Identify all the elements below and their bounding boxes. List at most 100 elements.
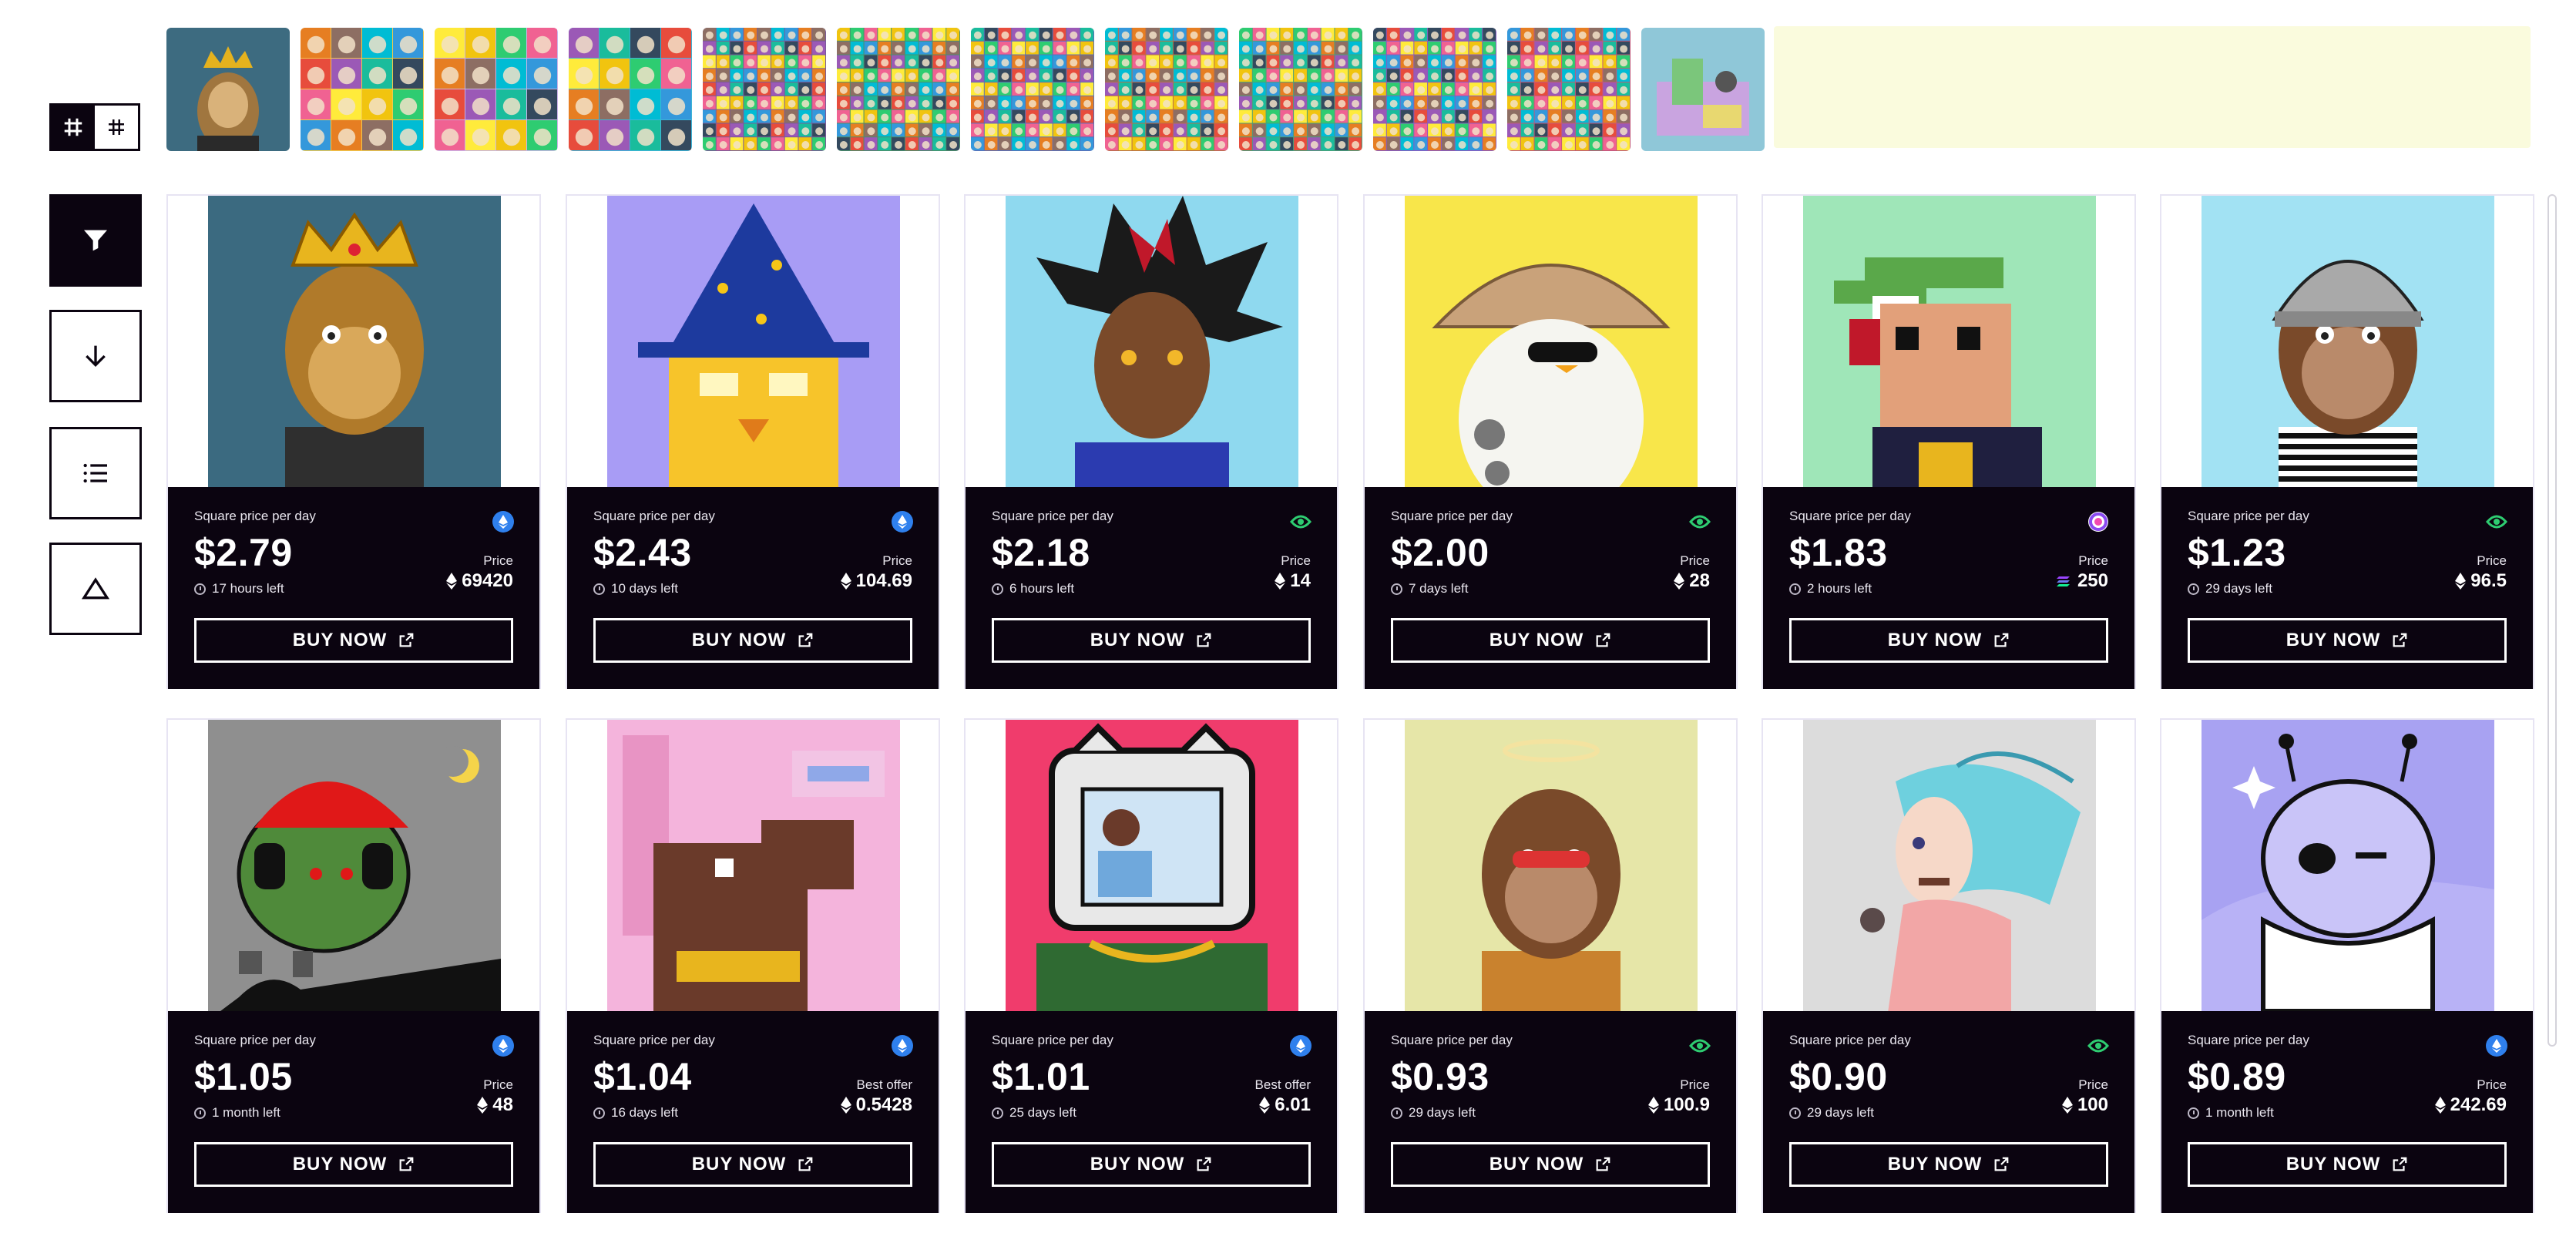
listing-card[interactable]: Square price per day $0.90 29 days left Pri… — [1762, 718, 2136, 1213]
scrollbar[interactable] — [2547, 194, 2557, 1047]
listing-card[interactable]: Square price per day $2.79 17 hours left Pr… — [166, 194, 541, 689]
collection-thumbnail[interactable] — [1373, 28, 1496, 151]
nft-image[interactable] — [1803, 720, 2096, 1011]
chain-badge — [891, 510, 914, 533]
arrow-down-icon — [86, 345, 106, 368]
listing-card[interactable]: Square price per day $1.83 2 hours left Pri… — [1762, 194, 2136, 689]
time-left: 2 hours left — [1789, 581, 1872, 596]
buy-now-button[interactable]: BUY NOW — [1391, 1142, 1710, 1187]
listing-info-panel: Square price per day $2.79 17 hours left Pr… — [168, 487, 539, 689]
buy-now-button[interactable]: BUY NOW — [1789, 1142, 2108, 1187]
listing-card[interactable]: Square price per day $0.89 1 month left Pri… — [2160, 718, 2534, 1213]
buy-now-button[interactable]: BUY NOW — [1391, 618, 1710, 663]
grid-small-toggle[interactable] — [95, 106, 138, 149]
nft-image[interactable] — [2202, 196, 2494, 487]
thumbnail-image — [1239, 28, 1362, 151]
external-link-icon — [798, 633, 813, 647]
buy-now-button[interactable]: BUY NOW — [2188, 1142, 2507, 1187]
collection-thumbnail[interactable] — [1507, 28, 1631, 151]
buy-now-label: BUY NOW — [691, 630, 787, 650]
triangle-button[interactable] — [49, 543, 142, 635]
buy-now-button[interactable]: BUY NOW — [593, 618, 912, 663]
nft-image[interactable] — [208, 196, 501, 487]
filter-button[interactable] — [49, 194, 142, 287]
collection-thumbnail[interactable] — [971, 28, 1094, 151]
listing-card[interactable]: Square price per day $1.05 1 month left Pri… — [166, 718, 541, 1213]
collection-thumbnail[interactable] — [1239, 28, 1362, 151]
price-amount: 69420 — [462, 570, 513, 591]
buy-now-button[interactable]: BUY NOW — [1789, 618, 2108, 663]
nft-image[interactable] — [208, 720, 501, 1011]
listing-card[interactable]: Square price per day $1.04 16 days left Bes… — [566, 718, 940, 1213]
nft-artwork — [607, 196, 900, 487]
nft-image[interactable] — [607, 196, 900, 487]
buy-now-button[interactable]: BUY NOW — [194, 1142, 513, 1187]
price-value: 0.5428 — [840, 1094, 912, 1116]
price-label: Best offer — [856, 1077, 912, 1092]
buy-now-label: BUY NOW — [691, 1154, 787, 1174]
clock-icon — [1391, 1107, 1402, 1119]
buy-now-button[interactable]: BUY NOW — [593, 1142, 912, 1187]
price-amount: 100.9 — [1663, 1094, 1710, 1115]
collection-thumbnail[interactable] — [166, 28, 290, 151]
chain-badge — [492, 510, 515, 533]
buy-now-button[interactable]: BUY NOW — [194, 618, 513, 663]
collection-thumbnail[interactable] — [435, 28, 558, 151]
nft-image[interactable] — [1405, 720, 1698, 1011]
listing-card[interactable]: Square price per day $1.01 25 days left Bes… — [964, 718, 1338, 1213]
green-chain-icon — [2087, 1039, 2109, 1053]
collection-thumbnail[interactable] — [1641, 28, 1765, 151]
external-link-icon — [1994, 633, 2009, 647]
collection-thumbnail[interactable] — [569, 28, 692, 151]
nft-artwork — [208, 720, 501, 1011]
listing-card[interactable]: Square price per day $2.43 10 days left Pri… — [566, 194, 940, 689]
collection-thumbnail[interactable] — [703, 28, 826, 151]
nft-image[interactable] — [1006, 196, 1298, 487]
price-amount: 28 — [1689, 570, 1710, 591]
time-left-text: 10 days left — [611, 581, 678, 596]
nft-image[interactable] — [1405, 196, 1698, 487]
list-view-button[interactable] — [49, 427, 142, 519]
nft-image[interactable] — [607, 720, 900, 1011]
listing-info-panel: Square price per day $2.18 6 hours left Pri… — [966, 487, 1337, 689]
buy-now-button[interactable]: BUY NOW — [2188, 618, 2507, 663]
nft-image[interactable] — [1803, 196, 2096, 487]
green-chain-icon — [1689, 515, 1711, 529]
ethereum-icon — [446, 573, 458, 590]
buy-now-button[interactable]: BUY NOW — [992, 1142, 1311, 1187]
buy-now-button[interactable]: BUY NOW — [992, 618, 1311, 663]
price-per-day-label: Square price per day — [593, 509, 715, 523]
listing-card[interactable]: Square price per day $2.00 7 days left Pric… — [1363, 194, 1738, 689]
nft-artwork — [607, 720, 900, 1011]
sort-button[interactable] — [49, 310, 142, 402]
listing-card[interactable]: Square price per day $0.93 29 days left Pri… — [1363, 718, 1738, 1213]
time-left: 6 hours left — [992, 581, 1074, 596]
price-label: Price — [483, 553, 513, 568]
nft-image[interactable] — [2202, 720, 2494, 1011]
nft-image[interactable] — [1006, 720, 1298, 1011]
grid-large-icon — [64, 118, 82, 136]
time-left: 16 days left — [593, 1105, 678, 1121]
nft-artwork — [2202, 720, 2494, 1011]
chain-badge — [2485, 1034, 2508, 1057]
price-amount: 48 — [492, 1094, 513, 1115]
clock-icon — [1789, 583, 1801, 595]
price-per-day-label: Square price per day — [1789, 1033, 1911, 1047]
buy-now-label: BUY NOW — [292, 630, 388, 650]
buy-now-label: BUY NOW — [1090, 630, 1185, 650]
thumbnail-image — [703, 28, 826, 151]
collection-thumbnail[interactable] — [301, 28, 424, 151]
price-per-day-label: Square price per day — [992, 509, 1113, 523]
price-per-day-value: $0.89 — [2188, 1055, 2286, 1098]
listing-info-panel: Square price per day $2.00 7 days left Pric… — [1365, 487, 1736, 689]
collection-thumbnail[interactable] — [837, 28, 960, 151]
listing-card[interactable]: Square price per day $2.18 6 hours left Pri… — [964, 194, 1338, 689]
listing-card[interactable]: Square price per day $1.23 29 days left Pri… — [2160, 194, 2534, 689]
time-left: 7 days left — [1391, 581, 1469, 596]
grid-large-toggle[interactable] — [52, 106, 95, 149]
price-label: Price — [2477, 1077, 2507, 1092]
collection-thumbnail[interactable] — [1105, 28, 1228, 151]
price-label: Best offer — [1254, 1077, 1311, 1092]
time-left: 1 month left — [194, 1105, 280, 1121]
price-per-day-value: $1.01 — [992, 1055, 1090, 1098]
